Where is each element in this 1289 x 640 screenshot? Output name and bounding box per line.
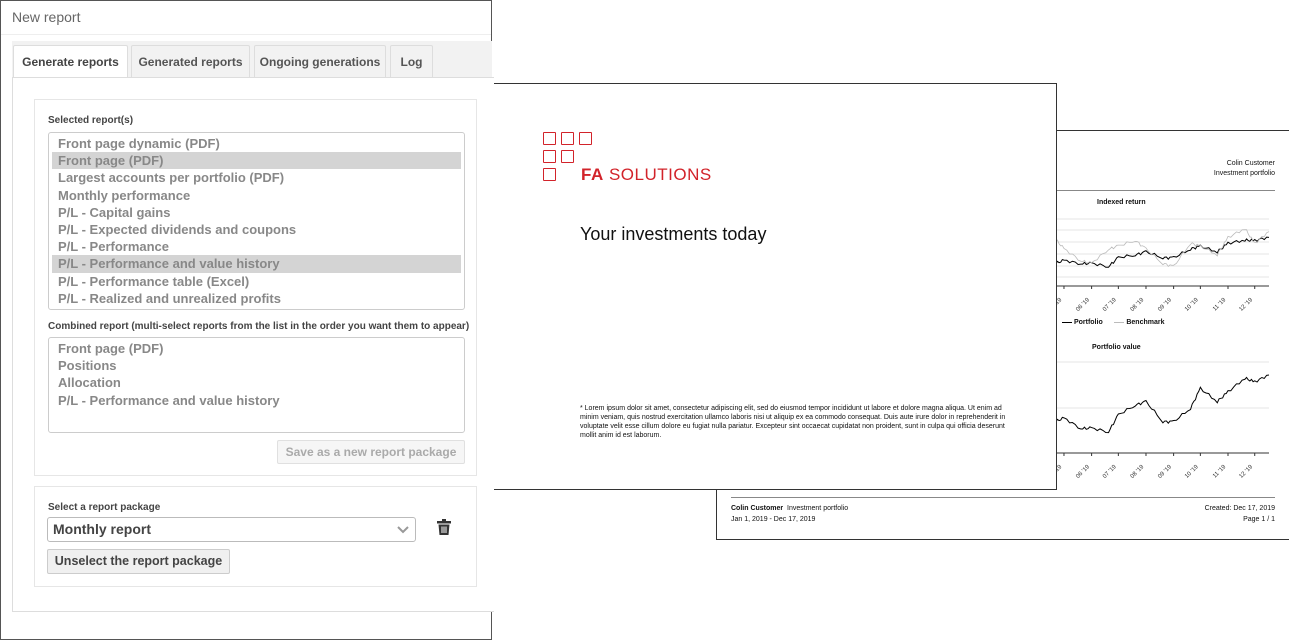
combined-report-list[interactable]: Front page (PDF) Positions Allocation P/L -… (48, 337, 465, 433)
combined-report-item[interactable]: Allocation (52, 374, 461, 391)
created-date: Created: Dec 17, 2019 (1204, 505, 1275, 512)
x-tick-label: 06 '19 (1075, 464, 1091, 480)
report-option[interactable]: P/L - Realized and unrealized profits (52, 290, 461, 307)
select-package-label: Select a report package (48, 502, 161, 513)
select-value: Monthly report (53, 521, 151, 537)
x-tick-label: 08 '19 (1130, 464, 1146, 480)
series-line-benchmark (1026, 229, 1270, 268)
save-report-package-button[interactable]: Save as a new report package (277, 440, 465, 464)
x-tick-label: 06 '19 (1075, 297, 1091, 313)
combined-report-item[interactable]: P/L - Performance and value history (52, 392, 461, 409)
x-tick-label: 07 '19 (1102, 297, 1118, 313)
x-tick-label: 07 '19 (1102, 464, 1118, 480)
disclaimer-text: * Lorem ipsum dolor sit amet, consectetu… (580, 405, 1006, 439)
tab-generate-reports[interactable]: Generate reports (13, 45, 128, 79)
trash-icon[interactable] (437, 519, 451, 536)
combined-report-label: Combined report (multi-select reports fr… (48, 321, 470, 332)
report-option[interactable]: Front page dynamic (PDF) (52, 135, 461, 152)
x-tick-label: 08 '19 (1130, 297, 1146, 313)
selected-reports-list[interactable]: Front page dynamic (PDF) Front page (PDF)… (48, 132, 465, 310)
footer-divider (731, 497, 1275, 498)
x-tick-label: 11 '19 (1212, 297, 1228, 313)
report-option[interactable]: P/L - Expected dividends and coupons (52, 221, 461, 238)
report-preview-front-page: FA SOLUTIONS Your investments today * Lo… (482, 83, 1057, 490)
x-tick-label: 12 '19 (1238, 464, 1254, 480)
new-report-window: New report Generate reports Generated re… (0, 0, 494, 640)
tab-log[interactable]: Log (390, 45, 433, 78)
report-option[interactable]: P/L - Performance (52, 238, 461, 255)
combined-report-item[interactable]: Positions (52, 357, 461, 374)
report-selection-panel: Selected report(s) Front page dynamic (P… (34, 99, 477, 476)
report-option[interactable]: P/L - Performance and value history (52, 255, 461, 273)
tab-ongoing-generations[interactable]: Ongoing generations (254, 45, 386, 78)
window-title: New report (12, 9, 81, 25)
footer-period: Jan 1, 2019 - Dec 17, 2019 (731, 516, 816, 523)
report-option[interactable]: P/L - Performance table (Excel) (52, 273, 461, 290)
selected-reports-label: Selected report(s) (48, 115, 134, 126)
x-tick-label: 09 '19 (1157, 297, 1173, 313)
unselect-package-button[interactable]: Unselect the report package (47, 549, 230, 574)
chevron-down-icon (397, 526, 409, 534)
footer-customer: Colin Customer Investment portfolio (731, 505, 849, 512)
front-page-title: Your investments today (580, 224, 767, 244)
x-tick-label: 09 '19 (1157, 464, 1173, 480)
report-package-select[interactable]: Monthly report (47, 517, 416, 542)
page-number: Page 1 / 1 (1243, 516, 1275, 523)
x-tick-label: 12 '19 (1238, 297, 1254, 313)
tab-generated-reports[interactable]: Generated reports (131, 45, 250, 78)
x-tick-label: 10 '19 (1184, 464, 1200, 480)
report-option[interactable]: Largest accounts per portfolio (PDF) (52, 169, 461, 186)
combined-report-item[interactable]: Front page (PDF) (52, 340, 461, 357)
tab-bar: Generate reports Generated reports Ongoi… (12, 41, 492, 79)
x-tick-label: 10 '19 (1184, 297, 1200, 313)
series-line-portfolio (1026, 374, 1270, 437)
x-tick-label: 11 '19 (1212, 464, 1228, 480)
report-option[interactable]: Front page (PDF) (52, 152, 461, 170)
report-option[interactable]: P/L - Capital gains (52, 204, 461, 221)
report-option[interactable]: Monthly performance (52, 187, 461, 204)
